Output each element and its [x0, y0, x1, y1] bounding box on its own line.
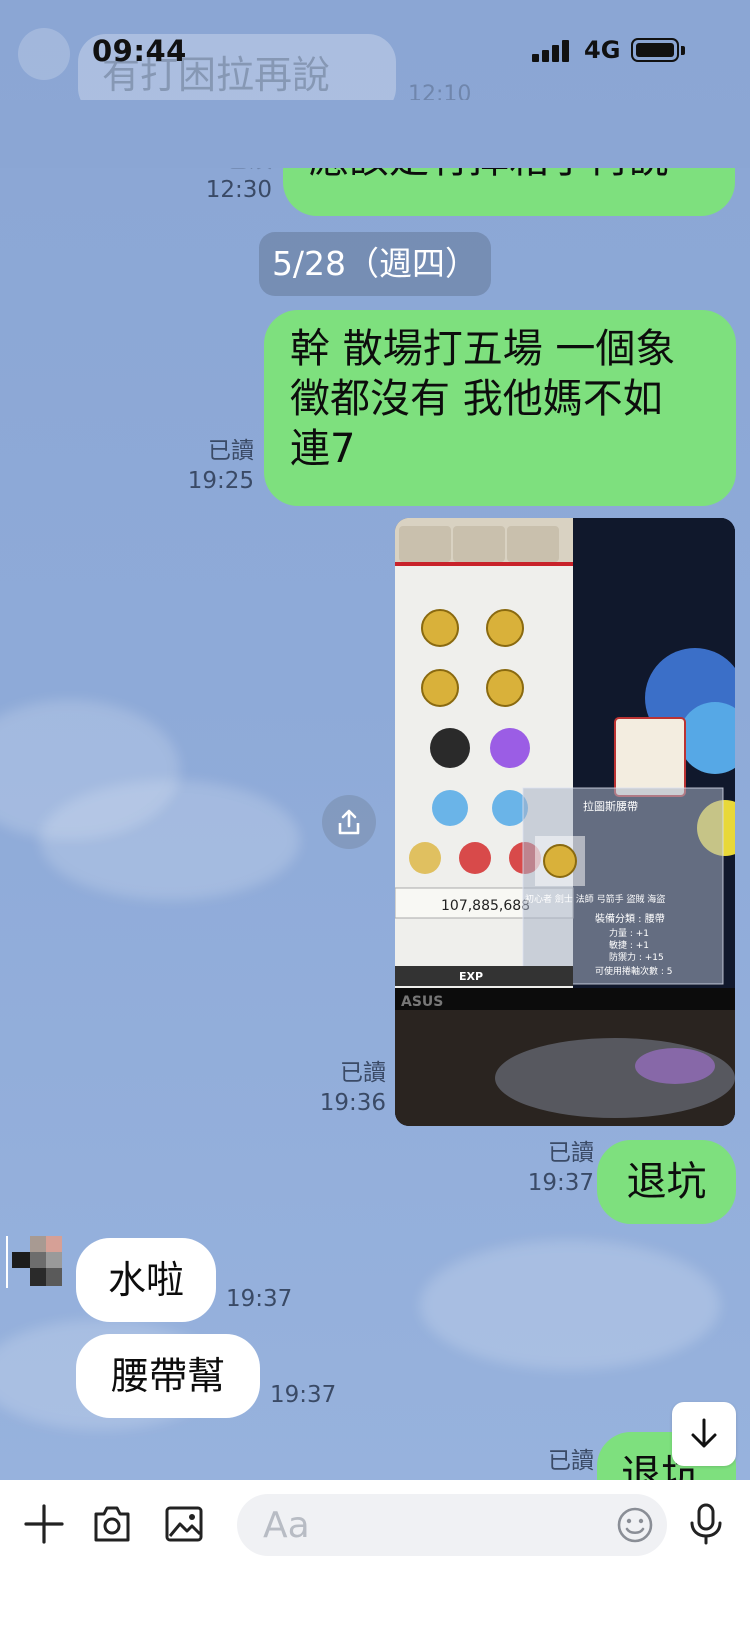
arrow-down-icon: [691, 1418, 717, 1448]
message-time: 19:37: [226, 1286, 293, 1312]
status-bar: 09:44 4G: [0, 0, 750, 100]
item-stat: 敏捷 : +1: [609, 939, 649, 951]
read-receipt: 已讀: [548, 1140, 594, 1166]
meso-amount: 107,885,688: [441, 898, 530, 914]
message-meta: 已讀 19:36: [290, 1058, 386, 1118]
read-receipt: 已讀: [340, 1060, 386, 1086]
message-text: 水啦: [107, 1258, 184, 1302]
item-type: 裝備分類 : 腰帶: [595, 912, 665, 925]
incoming-message-bubble[interactable]: 水啦: [76, 1238, 216, 1322]
voice-button[interactable]: [684, 1502, 728, 1546]
photo-message[interactable]: 107,885,688 拉圖斯腰帶 初心者 劍士 法師 弓箭手 盜賊 海盜 裝備…: [395, 518, 735, 1126]
share-button[interactable]: [322, 795, 376, 849]
message-line: 徵都沒有 我他媽不如: [290, 376, 663, 422]
header-background: [0, 100, 750, 168]
outgoing-message-bubble[interactable]: 幹 散場打五場 一個象 徵都沒有 我他媽不如 連7: [264, 310, 736, 506]
sender-avatar[interactable]: [6, 1236, 62, 1288]
camera-icon: [94, 1506, 130, 1542]
incoming-message-bubble[interactable]: 腰帶幫: [76, 1334, 260, 1418]
message-time: 19:37: [270, 1382, 337, 1408]
image-button[interactable]: [162, 1502, 206, 1546]
message-meta: 已讀: [510, 1446, 594, 1476]
emoji-button[interactable]: [615, 1505, 655, 1545]
composer-bar: [0, 1480, 750, 1626]
item-stat: 力量 : +1: [609, 927, 649, 939]
share-icon: [338, 809, 360, 835]
message-line: 幹 散場打五場 一個象: [290, 326, 676, 372]
camera-button[interactable]: [90, 1502, 134, 1546]
image-icon: [165, 1506, 203, 1542]
status-time: 09:44: [92, 34, 187, 68]
message-text: 退坑: [626, 1159, 707, 1205]
read-receipt: 已讀: [548, 1448, 594, 1474]
date-separator: 5/28（週四）: [259, 232, 491, 296]
item-stat: 防禦力 : +15: [609, 951, 664, 963]
message-line: 連7: [290, 426, 356, 472]
battery-icon: [631, 38, 685, 62]
mic-icon: [690, 1503, 722, 1545]
read-receipt: 已讀: [208, 438, 254, 464]
signal-icon: [532, 40, 572, 62]
exp-label: EXP: [459, 970, 483, 983]
message-time: 12:30: [205, 177, 272, 203]
add-button[interactable]: [22, 1502, 66, 1546]
emoji-icon: [617, 1507, 653, 1543]
message-input-container: [237, 1494, 667, 1556]
message-time: 19:36: [319, 1090, 386, 1116]
outgoing-message-bubble[interactable]: 退坑: [597, 1140, 736, 1224]
monitor-brand: ASUS: [401, 994, 443, 1010]
message-time: 19:25: [187, 468, 254, 494]
scroll-to-bottom-button[interactable]: [672, 1402, 736, 1466]
message-meta: 已讀 19:25: [150, 436, 254, 496]
message-time: 19:37: [527, 1170, 594, 1196]
message-text: 腰帶幫: [110, 1354, 225, 1398]
item-name: 拉圖斯腰帶: [583, 799, 638, 813]
message-meta: 已讀 19:37: [510, 1138, 594, 1198]
item-jobs: 初心者 劍士 法師 弓箭手 盜賊 海盜: [525, 893, 665, 905]
game-screenshot-image: 107,885,688 拉圖斯腰帶 初心者 劍士 法師 弓箭手 盜賊 海盜 裝備…: [395, 518, 735, 1126]
item-upgrades: 可使用捲軸次數 : 5: [595, 965, 672, 977]
message-input[interactable]: [263, 1500, 583, 1550]
plus-icon: [24, 1504, 64, 1544]
network-label: 4G: [584, 36, 621, 64]
